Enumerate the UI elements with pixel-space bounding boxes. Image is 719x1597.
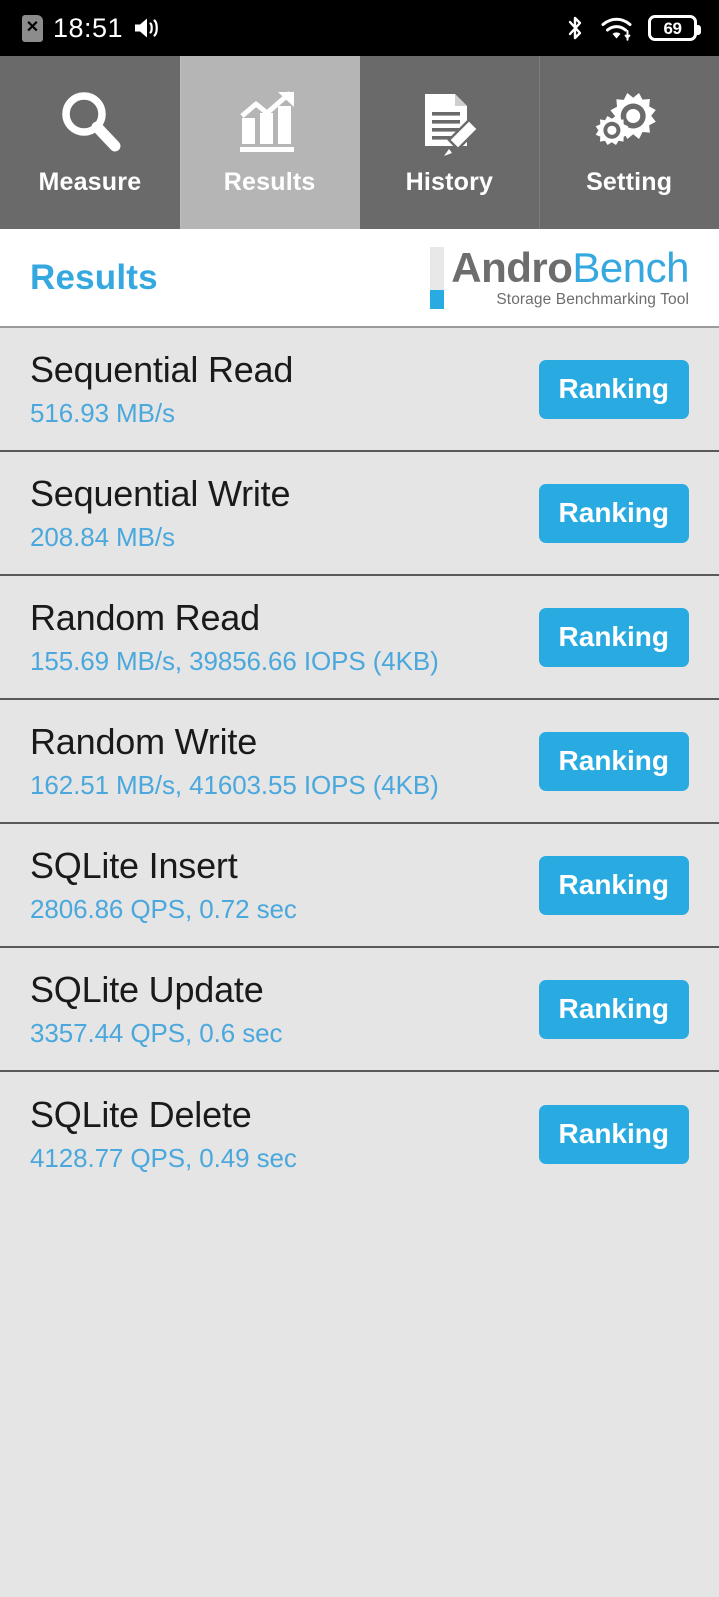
page-title: Results [30, 257, 158, 297]
app-screen: ✕ 18:51 69 Measure Results History Setti… [0, 0, 719, 1597]
ranking-button[interactable]: Ranking [538, 359, 689, 419]
row-texts: Sequential Write 208.84 MB/s [30, 473, 290, 552]
logo-tagline: Storage Benchmarking Tool [496, 290, 689, 308]
tab-measure-label: Measure [38, 168, 142, 196]
tab-history-label: History [405, 168, 494, 196]
result-title: Sequential Read [30, 349, 294, 391]
ranking-button[interactable]: Ranking [538, 979, 689, 1039]
page-header: Results AndroBench Storage Benchmarking … [0, 229, 719, 328]
wifi-icon [601, 15, 632, 41]
logo-bar-bottom [430, 289, 445, 309]
result-title: Random Write [30, 721, 258, 763]
ranking-button[interactable]: Ranking [538, 855, 689, 915]
document-pencil-icon [401, 82, 497, 162]
result-value: 2806.86 QPS, 0.72 sec [30, 893, 297, 924]
result-title: Random Read [30, 597, 260, 639]
logo-bar-top [430, 246, 445, 290]
logo-andro: Andro [451, 243, 573, 291]
tab-results-label: Results [223, 168, 316, 196]
row-texts: Sequential Read 516.93 MB/s [30, 349, 293, 428]
bluetooth-icon [565, 14, 585, 42]
result-title: Sequential Write [30, 473, 291, 515]
logo-bar-mark [430, 246, 445, 309]
battery-level-label: 69 [663, 18, 682, 38]
result-value: 162.51 MB/s, 41603.55 IOPS (4KB) [30, 769, 439, 800]
battery-icon: 69 [648, 15, 701, 41]
logo-text: AndroBench Storage Benchmarking Tool [451, 243, 689, 309]
empty-space [0, 1196, 719, 1597]
result-value: 208.84 MB/s [30, 521, 175, 552]
result-title: SQLite Delete [30, 1094, 252, 1136]
row-texts: Random Read 155.69 MB/s, 39856.66 IOPS (… [30, 597, 439, 676]
tab-measure[interactable]: Measure [0, 56, 180, 229]
row-texts: Random Write 162.51 MB/s, 41603.55 IOPS … [30, 721, 439, 800]
table-row[interactable]: Sequential Read 516.93 MB/s Ranking [0, 328, 719, 452]
ranking-button[interactable]: Ranking [538, 607, 689, 667]
table-row[interactable]: SQLite Delete 4128.77 QPS, 0.49 sec Rank… [0, 1072, 719, 1196]
table-row[interactable]: Random Read 155.69 MB/s, 39856.66 IOPS (… [0, 576, 719, 700]
tab-results[interactable]: Results [179, 56, 360, 229]
result-value: 516.93 MB/s [30, 397, 175, 428]
row-texts: SQLite Insert 2806.86 QPS, 0.72 sec [30, 845, 297, 924]
ranking-button[interactable]: Ranking [538, 731, 689, 791]
result-value: 155.69 MB/s, 39856.66 IOPS (4KB) [30, 645, 439, 676]
sim-card-disabled-icon: ✕ [22, 14, 43, 42]
speaker-icon [133, 16, 159, 40]
bar-chart-arrow-icon [222, 82, 318, 162]
table-row[interactable]: SQLite Insert 2806.86 QPS, 0.72 sec Rank… [0, 824, 719, 948]
result-value: 4128.77 QPS, 0.49 sec [30, 1142, 297, 1173]
androbench-logo: AndroBench Storage Benchmarking Tool [430, 243, 689, 309]
gears-icon [581, 82, 677, 162]
tab-setting-label: Setting [586, 168, 673, 196]
result-value: 3357.44 QPS, 0.6 sec [30, 1017, 283, 1048]
ranking-button[interactable]: Ranking [538, 483, 689, 543]
ranking-button[interactable]: Ranking [538, 1104, 689, 1164]
row-texts: SQLite Delete 4128.77 QPS, 0.49 sec [30, 1094, 297, 1173]
result-title: SQLite Insert [30, 845, 238, 887]
table-row[interactable]: Random Write 162.51 MB/s, 41603.55 IOPS … [0, 700, 719, 824]
result-title: SQLite Update [30, 969, 264, 1011]
results-list: Sequential Read 516.93 MB/s Ranking Sequ… [0, 328, 719, 1196]
status-bar-left: ✕ 18:51 [22, 13, 159, 44]
row-texts: SQLite Update 3357.44 QPS, 0.6 sec [30, 969, 282, 1048]
logo-wordmark: AndroBench [451, 243, 689, 291]
status-bar-clock: 18:51 [53, 12, 124, 43]
magnifier-icon [42, 82, 138, 162]
status-bar: ✕ 18:51 69 [0, 0, 719, 56]
tab-history[interactable]: History [359, 56, 540, 229]
tab-setting[interactable]: Setting [539, 56, 719, 229]
table-row[interactable]: Sequential Write 208.84 MB/s Ranking [0, 452, 719, 576]
status-bar-right: 69 [565, 14, 701, 42]
main-tab-bar: Measure Results History Setting [0, 56, 719, 229]
logo-bench: Bench [572, 243, 689, 291]
table-row[interactable]: SQLite Update 3357.44 QPS, 0.6 sec Ranki… [0, 948, 719, 1072]
